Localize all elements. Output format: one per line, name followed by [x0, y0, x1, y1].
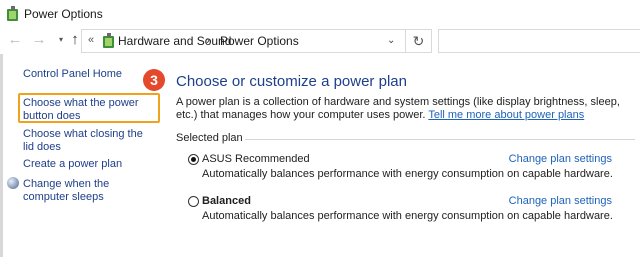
page-title: Choose or customize a power plan: [176, 73, 407, 90]
change-plan-settings-balanced[interactable]: Change plan settings: [509, 195, 612, 207]
step-badge: 3: [143, 69, 165, 91]
address-bar[interactable]: « Hardware and Sound › Power Options ⌄: [81, 29, 406, 53]
moon-icon: [7, 177, 19, 189]
breadcrumb-separator[interactable]: ›: [206, 33, 210, 47]
breadcrumb-power-options[interactable]: Power Options: [220, 34, 299, 48]
control-panel-icon: [103, 33, 114, 48]
main-content: Choose or customize a power plan A power…: [170, 54, 640, 257]
arrow-right-icon[interactable]: →: [30, 31, 48, 49]
refresh-icon[interactable]: ↻: [406, 29, 432, 53]
divider: [245, 139, 635, 140]
arrow-left-icon[interactable]: ←: [6, 31, 24, 49]
plan-name-balanced: Balanced: [202, 195, 251, 207]
learn-more-link[interactable]: Tell me more about power plans: [428, 109, 584, 121]
highlight-box: [18, 93, 160, 123]
plan-name-asus: ASUS Recommended: [202, 153, 310, 165]
address-overflow[interactable]: «: [88, 34, 94, 46]
navigation-bar: ← → ▾ ↑ « Hardware and Sound › Power Opt…: [0, 28, 640, 54]
sidebar-item-create-plan[interactable]: Create a power plan: [23, 158, 122, 171]
section-label: Selected plan: [176, 132, 243, 144]
power-options-icon: [7, 6, 18, 21]
sidebar-item-control-panel-home[interactable]: Control Panel Home: [23, 68, 122, 81]
plan-radio-balanced[interactable]: [188, 196, 199, 207]
chevron-down-icon[interactable]: ⌄: [387, 35, 399, 47]
page-description: A power plan is a collection of hardware…: [176, 96, 621, 122]
sidebar-item-closing-lid[interactable]: Choose what closing the lid does: [23, 128, 153, 154]
search-input[interactable]: [438, 29, 640, 53]
breadcrumb-hardware-and-sound[interactable]: Hardware and Sound: [118, 34, 231, 48]
plan-description-balanced: Automatically balances performance with …: [202, 210, 613, 222]
plan-radio-asus[interactable]: [188, 154, 199, 165]
plan-description-asus: Automatically balances performance with …: [202, 168, 613, 180]
title-bar: Power Options: [0, 0, 640, 28]
window-title: Power Options: [24, 7, 103, 21]
sidebar-item-change-sleep[interactable]: Change when the computer sleeps: [23, 178, 153, 204]
change-plan-settings-asus[interactable]: Change plan settings: [509, 153, 612, 165]
